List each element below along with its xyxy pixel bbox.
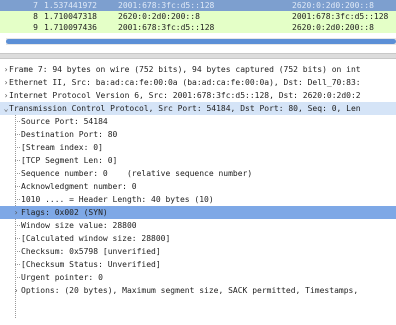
tcp-field-segment-len[interactable]: [TCP Segment Len: 0] [0,154,396,167]
tree-item-label: Source Port: 54184 [21,117,108,126]
packet-number: 9 [33,23,38,32]
packet-time: 1.710097436 [44,23,97,32]
tree-connector [15,225,20,226]
packet-source: 2620:0:2d0:200::8 [118,12,200,21]
packet-time: 1.710047318 [44,12,97,21]
tree-item-label: Destination Port: 80 [21,130,118,139]
tcp-field-header-length[interactable]: 1010 .... = Header Length: 40 bytes (10) [0,193,396,206]
tree-item-frame[interactable]: › Frame 7: 94 bytes on wire (752 bits), … [0,63,396,76]
scrollbar-thumb[interactable] [6,39,396,44]
tcp-field-source-port[interactable]: Source Port: 54184 [0,115,396,128]
tree-connector [15,277,20,278]
tree-item-label: Urgent pointer: 0 [21,273,103,282]
tcp-field-window-size[interactable]: Window size value: 28800 [0,219,396,232]
tree-connector [15,264,20,265]
packet-destination: 2620:0:2d0:200::8 [292,1,374,10]
tree-connector [15,199,20,200]
tcp-field-stream-index[interactable]: [Stream index: 0] [0,141,396,154]
tree-item-label: [Stream index: 0] [21,143,103,152]
tree-item-label: Internet Protocol Version 6, Src: 2001:6… [9,91,361,100]
packet-destination: 2001:678:3fc:d5::128 [292,12,389,21]
tree-item-tcp[interactable]: ⌄ Transmission Control Protocol, Src Por… [0,102,396,115]
tree-item-label: Frame 7: 94 bytes on wire (752 bits), 94… [9,65,361,74]
tree-connector [15,134,20,135]
tcp-field-checksum-status[interactable]: [Checksum Status: Unverified] [0,258,396,271]
packet-destination: 2620:0:2d0:200::8 [292,23,374,32]
tree-connector [15,238,20,239]
tree-item-label: [Calculated window size: 28800] [21,234,171,243]
packet-number: 8 [33,12,38,21]
tcp-field-sequence-number[interactable]: Sequence number: 0 (relative sequence nu… [0,167,396,180]
packet-time: 1.537441972 [44,1,97,10]
chevron-right-icon[interactable]: › [12,284,20,297]
tcp-field-urgent-pointer[interactable]: Urgent pointer: 0 [0,271,396,284]
horizontal-scrollbar[interactable] [6,38,396,45]
tree-item-label: [Checksum Status: Unverified] [21,260,161,269]
tree-connector [15,251,20,252]
packet-row-9[interactable]: 9 1.710097436 2001:678:3fc:d5::128 2620:… [0,22,396,33]
packet-details-pane: › Frame 7: 94 bytes on wire (752 bits), … [0,63,396,325]
packet-row-8[interactable]: 8 1.710047318 2620:0:2d0:200::8 2001:678… [0,11,396,22]
tree-item-label: Transmission Control Protocol, Src Port:… [9,104,361,113]
tree-item-label: Flags: 0x002 (SYN) [21,208,108,217]
packet-number: 7 [33,1,38,10]
tree-connector [15,147,20,148]
pane-splitter[interactable] [0,53,396,59]
packet-list-pane: 7 1.537441972 2001:678:3fc:d5::128 2620:… [0,0,396,52]
tcp-field-options[interactable]: › Options: (20 bytes), Maximum segment s… [0,284,396,297]
tcp-field-ack-number[interactable]: Acknowledgment number: 0 [0,180,396,193]
tree-item-ipv6[interactable]: › Internet Protocol Version 6, Src: 2001… [0,89,396,102]
tree-item-label: Sequence number: 0 (relative sequence nu… [21,169,253,178]
tree-item-label: 1010 .... = Header Length: 40 bytes (10) [21,195,214,204]
tree-connector [15,173,20,174]
tree-item-ethernet[interactable]: › Ethernet II, Src: ba:ad:ca:fe:00:0a (b… [0,76,396,89]
tree-connector [15,121,20,122]
tree-connector [15,186,20,187]
tree-item-label: Options: (20 bytes), Maximum segment siz… [21,286,359,295]
tree-item-label: Checksum: 0x5798 [unverified] [21,247,161,256]
packet-source: 2001:678:3fc:d5::128 [118,23,215,32]
tree-item-label: [TCP Segment Len: 0] [21,156,118,165]
tcp-field-flags[interactable]: › Flags: 0x002 (SYN) [0,206,396,219]
tree-item-label: Ethernet II, Src: ba:ad:ca:fe:00:0a (ba:… [9,78,361,87]
tree-connector [15,160,20,161]
tcp-field-destination-port[interactable]: Destination Port: 80 [0,128,396,141]
packet-row-7[interactable]: 7 1.537441972 2001:678:3fc:d5::128 2620:… [0,0,396,11]
packet-source: 2001:678:3fc:d5::128 [118,1,215,10]
tcp-field-checksum[interactable]: Checksum: 0x5798 [unverified] [0,245,396,258]
tree-item-label: Window size value: 28800 [21,221,137,230]
tree-item-label: Acknowledgment number: 0 [21,182,137,191]
chevron-right-icon[interactable]: › [12,206,20,219]
tcp-field-calculated-window[interactable]: [Calculated window size: 28800] [0,232,396,245]
